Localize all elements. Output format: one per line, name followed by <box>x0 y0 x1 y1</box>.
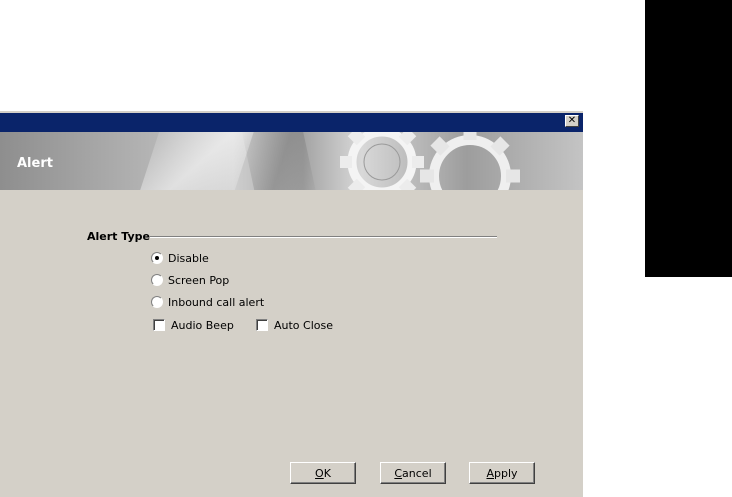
radio-screen-pop[interactable]: Screen Pop <box>151 273 229 287</box>
background-black-panel <box>645 0 732 277</box>
radio-screen-pop-label: Screen Pop <box>168 273 230 287</box>
close-button[interactable]: ✕ <box>565 115 579 127</box>
ok-button[interactable]: OK <box>290 462 356 484</box>
gears-icon <box>340 132 520 190</box>
checkbox-icon[interactable] <box>256 319 268 331</box>
checkbox-auto-close-label: Auto Close <box>274 318 334 332</box>
radio-disable-label: Disable <box>168 251 209 265</box>
checkbox-audio-beep[interactable]: Audio Beep <box>153 318 234 332</box>
alert-type-group-label: Alert Type <box>87 230 150 243</box>
radio-icon[interactable] <box>151 296 163 308</box>
header-banner: Alert <box>0 132 583 190</box>
title-bar: ✕ <box>0 111 583 132</box>
radio-icon[interactable] <box>151 274 163 286</box>
radio-selected-icon[interactable] <box>151 252 163 264</box>
title-bar-edge <box>0 111 583 113</box>
close-icon: ✕ <box>567 115 577 126</box>
group-divider <box>150 236 497 238</box>
radio-disable[interactable]: Disable <box>151 251 209 265</box>
apply-mnemonic: A <box>486 466 494 480</box>
checkbox-auto-close[interactable]: Auto Close <box>256 318 333 332</box>
cancel-label-rest: ancel <box>402 466 432 480</box>
radio-inbound-label: Inbound call alert <box>168 295 265 309</box>
apply-button[interactable]: Apply <box>469 462 535 484</box>
banner-streak <box>135 132 255 190</box>
apply-label-rest: pply <box>494 466 518 480</box>
ok-mnemonic: O <box>315 466 324 480</box>
cancel-button[interactable]: Cancel <box>380 462 446 484</box>
cancel-mnemonic: C <box>394 466 403 480</box>
checkbox-audio-beep-label: Audio Beep <box>171 318 234 332</box>
banner-title: Alert <box>17 156 53 171</box>
ok-label-rest: K <box>323 466 331 480</box>
alert-dialog: ✕ Alert <box>0 111 583 497</box>
checkbox-icon[interactable] <box>153 319 165 331</box>
radio-inbound-call-alert[interactable]: Inbound call alert <box>151 295 264 309</box>
